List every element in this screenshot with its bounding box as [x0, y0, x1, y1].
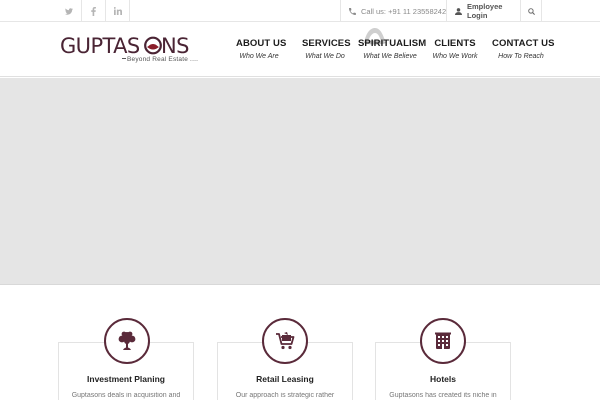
building-icon — [435, 332, 451, 349]
nav-spiritualism-sub: What We Believe — [363, 53, 417, 60]
card-text: Guptasons has created its niche in — [389, 392, 497, 399]
nav-contact-us[interactable]: CONTACT US How To Reach — [492, 38, 555, 60]
card-text: Guptasons deals in acquisition and — [71, 392, 181, 399]
card-text: Our approach is strategic rather — [235, 392, 335, 399]
logo-divider — [122, 58, 126, 59]
call-us[interactable]: Call us: +91 11 23558242 — [340, 0, 454, 22]
nav-contact-us-label: CONTACT US — [492, 38, 555, 49]
tree-icon — [118, 331, 136, 350]
twitter-icon — [65, 7, 73, 15]
nav-clients-label: CLIENTS — [434, 38, 476, 49]
shopping-cart-icon — [276, 332, 295, 350]
nav-clients[interactable]: CLIENTS Who We Work — [430, 38, 480, 60]
nav-spiritualism[interactable]: SPIRITUALISM What We Believe — [358, 38, 427, 60]
nav-clients-sub: Who We Work — [432, 53, 478, 60]
nav-about-us-sub: Who We Are — [239, 53, 279, 60]
user-icon — [455, 7, 462, 15]
phone-icon — [349, 7, 356, 15]
hero-slider[interactable] — [0, 78, 600, 285]
search-button[interactable] — [520, 0, 542, 22]
twitter-link[interactable] — [57, 0, 82, 22]
svg-text:NS: NS — [161, 34, 189, 57]
card-title: Investment Planing — [87, 374, 165, 384]
card-icon-circle — [262, 318, 308, 364]
logo-wordmark: GUPTAS NS — [60, 34, 190, 57]
nav-spiritualism-label: SPIRITUALISM — [358, 38, 427, 49]
call-us-text: Call us: +91 11 23558242 — [361, 6, 447, 16]
facebook-link[interactable] — [82, 0, 106, 22]
site-logo[interactable]: GUPTAS NS Beyond Real Estate .... — [60, 33, 200, 69]
facebook-icon — [91, 6, 96, 16]
card-icon-circle — [420, 318, 466, 364]
linkedin-icon — [113, 7, 122, 15]
employee-login-text: Employee Login — [467, 2, 503, 20]
card-title: Retail Leasing — [256, 374, 314, 384]
nav-services-label: SERVICES — [302, 38, 351, 49]
card-icon-circle — [104, 318, 150, 364]
employee-login-link[interactable]: Employee Login — [446, 0, 520, 22]
site-header: GUPTAS NS Beyond Real Estate .... ABOUT … — [0, 22, 600, 77]
nav-about-us-label: ABOUT US — [236, 38, 287, 49]
linkedin-link[interactable] — [106, 0, 130, 22]
top-bar: Call us: +91 11 23558242 Employee Login — [0, 0, 600, 22]
search-icon — [527, 7, 535, 15]
nav-services-sub: What We Do — [305, 53, 345, 60]
nav-contact-us-sub: How To Reach — [498, 53, 544, 60]
nav-about-us[interactable]: ABOUT US Who We Are — [236, 38, 287, 60]
nav-services[interactable]: SERVICES What We Do — [302, 38, 351, 60]
logo-tagline: Beyond Real Estate .... — [127, 56, 199, 63]
card-title: Hotels — [430, 374, 456, 384]
svg-text:GUPTAS: GUPTAS — [60, 34, 140, 57]
